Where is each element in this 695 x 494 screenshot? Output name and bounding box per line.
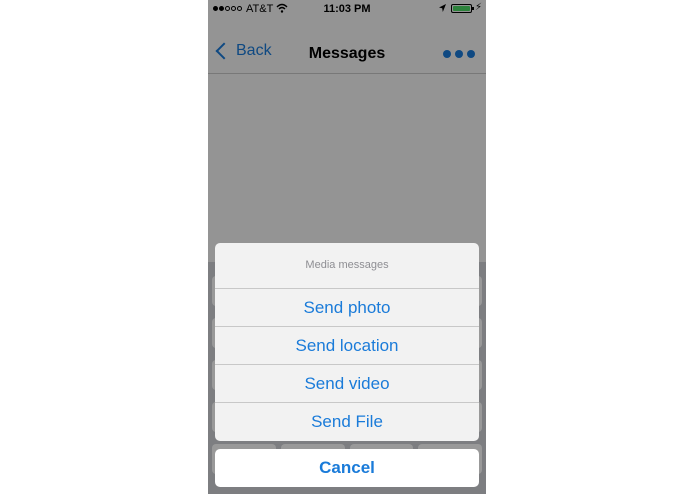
action-sheet: Media messages Send photo Send location … xyxy=(215,243,479,441)
cancel-button[interactable]: Cancel xyxy=(215,449,479,487)
phone-screen: AT&T 11:03 PM ⚡ Back Messages Media mess… xyxy=(208,0,486,494)
send-photo-button[interactable]: Send photo xyxy=(215,289,479,327)
action-sheet-title: Media messages xyxy=(215,243,479,289)
send-video-button[interactable]: Send video xyxy=(215,365,479,403)
send-location-button[interactable]: Send location xyxy=(215,327,479,365)
send-file-button[interactable]: Send File xyxy=(215,403,479,441)
